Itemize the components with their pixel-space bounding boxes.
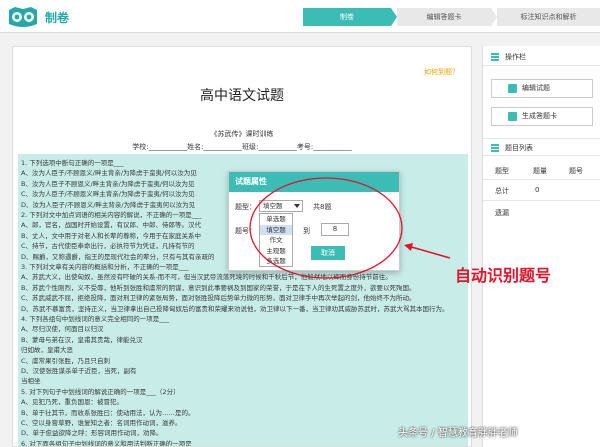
dropdown-option[interactable]: 填空题 — [260, 224, 292, 236]
question-line: B、汝为人臣子不顾恩义/畔主背亲/为降虏于蛮夷/何以汝为见 — [21, 179, 195, 188]
total-count-text: 共8题 — [313, 203, 332, 211]
right-sidebar: 操作栏 编辑试题 生成答题卡 题目列表 题型 题量 题号 总计 0 遗漏 — [482, 46, 600, 447]
question-line: B、单于壮其节，而收系张胜曰：使动用法，认为……是的。 — [21, 408, 195, 417]
total-label: 总计 — [495, 187, 509, 195]
question-properties-dialog: 试题属性 题型： 填空题 共8题 单选题 填空题 作文 主观题 多选题 题号： 到 8 … — [228, 171, 400, 271]
question-line: 归如故，皇甫大恶 — [21, 346, 73, 355]
total-value: 0 — [535, 186, 540, 194]
question-line: A、见犯乃死，重负国恩：被冒犯。 — [21, 398, 123, 407]
question-line: D、单于愈益欲降之呼：形容词用作动词，劝降。 — [21, 429, 163, 438]
owl-logo-icon — [9, 7, 37, 27]
chevron-down-icon — [294, 204, 300, 208]
question-line: B、丈人，文中用于对老人和长辈的尊称，今用于在家庭关系中 — [21, 231, 201, 240]
header-type: 题型 — [495, 167, 509, 175]
removed-label: 遗漏 — [495, 209, 509, 217]
divider — [483, 200, 600, 201]
type-select-value: 填空题 — [263, 202, 283, 210]
dropdown-option[interactable]: 单选题 — [260, 214, 292, 225]
question-line: 4. 下列各组句中划线词的意义完全相同的一项是___ — [21, 315, 170, 323]
edit-icon — [508, 84, 517, 93]
card-icon — [508, 112, 517, 121]
logo-text: 制卷 — [45, 11, 70, 25]
question-line: B、蒙母与弟在汉，皇甫其贵哉，律能兑汉 — [21, 335, 143, 344]
watermark: 头条号 / 智慧教育胖胖老师 — [398, 428, 518, 439]
header-count: 题量 — [533, 167, 547, 175]
top-bar: 制卷 制卷 编辑答题卡 标注知识点和解析 — [0, 0, 600, 33]
help-link[interactable]: 如何到题？ — [424, 67, 459, 77]
dropdown-option[interactable]: 作文 — [260, 235, 292, 246]
step-annotate[interactable]: 标注知识点和解析 — [497, 8, 600, 26]
type-label: 题型： — [235, 203, 256, 211]
cancel-button[interactable]: 取消 — [311, 246, 345, 260]
question-line: C、空以身膏草野，谁复知之者：名词用作动词，滋养。 — [21, 419, 182, 427]
question-line: D、赐爵，又称遇爵，指王的是现代社会的辈分，只有与其有亲疏的 — [21, 252, 215, 261]
question-line: D、汉使张胜谋杀单于近臣，当死，副有 — [21, 367, 137, 375]
number-label: 题号： — [235, 227, 256, 235]
step-edit-answer-card[interactable]: 编辑答题卡 — [397, 8, 497, 26]
edit-question-button[interactable]: 编辑试题 — [491, 79, 593, 98]
question-line: 当相坐 — [21, 377, 41, 386]
header-number: 题号 — [569, 167, 583, 175]
dialog-title: 试题属性 — [229, 172, 399, 192]
question-line: C、苏武威武不屈，拒绝投降，面对刑卫律的紧张局势，面对张胜投降后势单力微的形势，… — [21, 294, 416, 303]
question-line: A、尽归汉使，何面目以归汉 — [21, 325, 104, 334]
question-line: A、郎，官名，战国时开始设置，有议郎、中郎、侍郎等。汉代 — [21, 221, 201, 230]
question-type-dropdown: 单选题 填空题 作文 主观题 多选题 — [259, 213, 293, 267]
question-line: D、苏武不慕富贵，坚持正义，当卫律拿出自己投降匈奴后的富贵和荣耀来劝说他，劝卫律… — [21, 304, 449, 313]
question-line: 3. 下列对文章有关内容的概括和分析，不正确的一项是___ — [21, 263, 189, 271]
question-list-title: 题目列表 — [505, 144, 533, 152]
dropdown-option[interactable]: 多选题 — [260, 256, 292, 267]
question-line: C、虞常果引张胜，乃且只自刺 — [21, 356, 111, 365]
annotation-label: 自动识别题号 — [455, 266, 552, 285]
generate-card-button[interactable]: 生成答题卡 — [491, 107, 593, 126]
dropdown-option[interactable]: 主观题 — [260, 246, 292, 257]
step-make-paper[interactable]: 制卷 — [303, 8, 397, 26]
question-type-select[interactable]: 填空题 — [259, 200, 303, 212]
paper-title: 高中语文试题 — [200, 88, 284, 104]
generate-card-label: 生成答题卡 — [522, 112, 557, 120]
to-label: 到 — [303, 227, 310, 235]
divider — [483, 179, 600, 180]
question-line: 6. 对下面各组句子中划线词的意义和用法判断正确的一项是___ — [21, 439, 202, 447]
edit-question-label: 编辑试题 — [522, 84, 550, 92]
question-line: B、苏武个性刚烈，义不受辱，他听到张胜和虞常的阴谋，意识到此事要祸及到国家的荣誉… — [21, 283, 416, 292]
number-to-input[interactable]: 8 — [321, 223, 349, 236]
step-bar: 制卷 编辑答题卡 标注知识点和解析 — [303, 8, 600, 26]
menu-icon — [491, 53, 499, 61]
list-icon — [491, 144, 499, 152]
paper-subtitle: 《苏武传》课时训练 — [210, 130, 274, 138]
ops-title: 操作栏 — [505, 53, 526, 61]
question-line: C、持节，古代使臣奉命出行，必执符节为凭证，凡持有节的 — [21, 242, 195, 251]
question-line: 1. 下列选项中断句正确的一项是___ — [21, 159, 124, 167]
question-line: A、汝为人臣子/不顾恩义/畔主背亲/为降虏于蛮夷/何以汝为见 — [21, 169, 197, 178]
question-list-header: 题目列表 — [483, 138, 600, 156]
question-line: 2. 下列对文中加点词语的相关内容的解说，不正确的一项是___ — [21, 211, 202, 219]
student-info-line: 学校:___________姓名:___________班级:_________… — [132, 143, 352, 151]
question-line: A、苏武大义，出使匈奴，虽然没有吓破的关系-而不可，但当汉武帝流落死境的时候和千… — [21, 273, 392, 282]
ops-header: 操作栏 — [483, 48, 600, 66]
question-line: C、汝为人臣子/不顾恩义畔主背亲/为降虏于蛮夷/何以汝为见 — [21, 190, 195, 199]
question-line: 5. 对下列句子中划线词的解说正确的一项是___（2分） — [21, 387, 180, 396]
question-line: D、汝为人臣子/不顾恩义/畔主背亲/为降虏于蛮夷何以汝为见 — [21, 200, 196, 209]
